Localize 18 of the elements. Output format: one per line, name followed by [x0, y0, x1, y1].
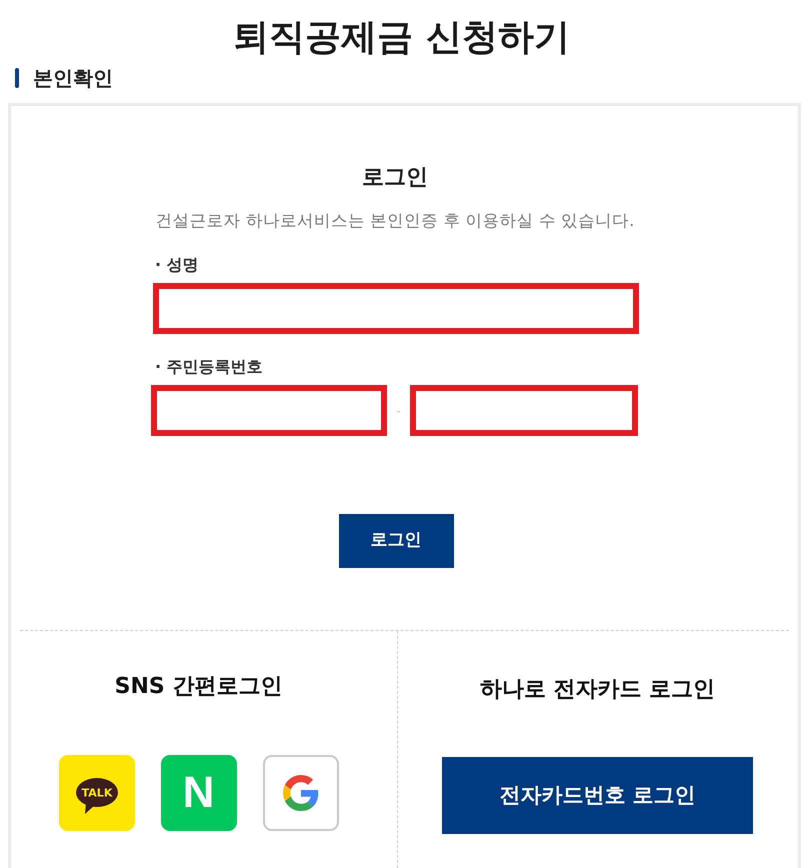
section-marker-icon — [15, 68, 19, 88]
e-card-login-title: 하나로 전자카드 로그인 — [480, 676, 716, 704]
google-login-button[interactable] — [262, 755, 338, 831]
sns-login-title: SNS 간편로그인 — [114, 673, 282, 701]
e-card-number-login-button[interactable]: 전자카드번호 로그인 — [442, 757, 753, 834]
resident-number-back-input[interactable] — [410, 385, 638, 436]
login-description: 건설근로자 하나로서비스는 본인인증 후 이용하실 수 있습니다. — [156, 210, 634, 232]
name-input[interactable] — [153, 283, 639, 334]
name-label: · 성명 — [155, 255, 199, 275]
page-title: 퇴직공제금 신청하기 — [233, 16, 570, 60]
login-button[interactable]: 로그인 — [338, 514, 454, 568]
resident-number-front-input[interactable] — [151, 385, 387, 436]
dash-separator: - — [395, 402, 402, 420]
resident-number-label: · 주민등록번호 — [155, 357, 263, 377]
login-title: 로그인 — [362, 164, 428, 192]
multicolor-g-icon — [282, 775, 318, 811]
section-title: 본인확인 — [33, 66, 113, 90]
talk-login-button[interactable]: TALK — [58, 755, 134, 831]
